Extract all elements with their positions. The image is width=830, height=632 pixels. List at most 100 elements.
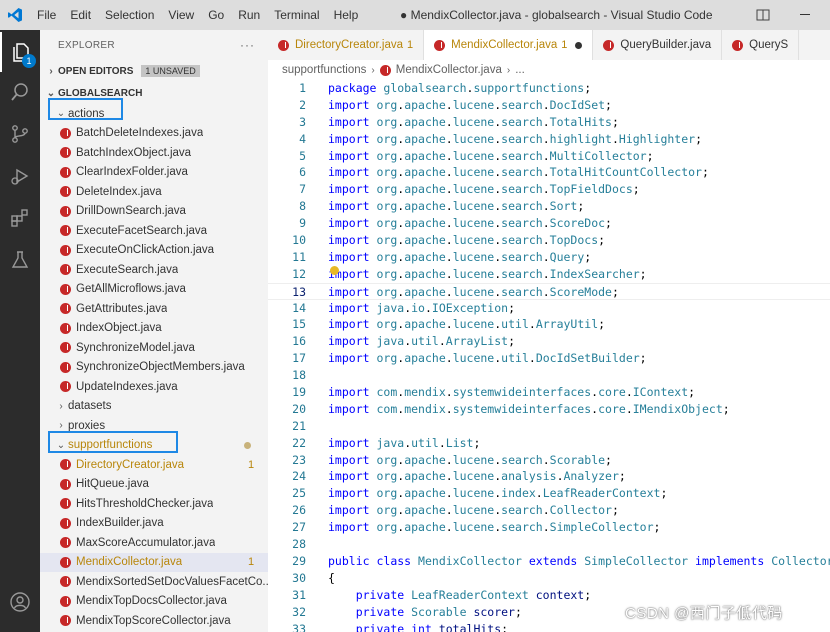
code-line[interactable]: 15 import org.apache.lucene.util.ArrayUti… (268, 316, 830, 333)
code-line[interactable]: 28 (268, 536, 830, 553)
file-row[interactable]: MendixTopDocsCollector.java (40, 592, 268, 612)
file-row[interactable]: UpdateIndexes.java (40, 377, 268, 397)
explorer-icon[interactable]: 1 (0, 32, 40, 72)
code-text: import org.apache.lucene.search.TotalHit… (328, 114, 619, 129)
file-label: MendixCollector.java (76, 556, 183, 569)
file-label: GetAllMicroflows.java (76, 283, 186, 296)
search-icon[interactable] (0, 72, 40, 112)
tab-querybuilder[interactable]: QueryBuilder.java (593, 30, 723, 60)
code-line[interactable]: 22 import java.util.List; (268, 435, 830, 452)
java-file-icon (60, 498, 71, 510)
run-debug-icon[interactable] (0, 156, 40, 196)
file-row[interactable]: BatchIndexObject.java (40, 143, 268, 163)
file-label: ExecuteFacetSearch.java (76, 224, 208, 237)
menu-go[interactable]: Go (201, 0, 231, 30)
file-row[interactable]: GetAttributes.java (40, 299, 268, 319)
tab-mendixcollector[interactable]: MendixCollector.java 1 (424, 30, 594, 60)
file-row[interactable]: IndexObject.java (40, 319, 268, 339)
file-row[interactable]: MendixCollector.java 1 (40, 552, 268, 572)
code-line[interactable]: 13 import org.apache.lucene.search.ScoreM… (268, 282, 830, 300)
file-label: MendixSortedSetDocValuesFacetCo... (76, 575, 268, 588)
file-row[interactable]: ExecuteFacetSearch.java (40, 221, 268, 241)
java-file-icon (60, 186, 71, 198)
code-line[interactable]: 21 (268, 418, 830, 435)
code-line[interactable]: 9 import org.apache.lucene.search.ScoreDo… (268, 215, 830, 232)
menu-file[interactable]: File (30, 0, 63, 30)
file-row[interactable]: ExecuteOnClickAction.java (40, 241, 268, 261)
code-line[interactable]: 14 import java.io.IOException; (268, 300, 830, 317)
breadcrumb-file[interactable]: MendixCollector.java (396, 64, 502, 76)
line-number: 16 (292, 334, 306, 349)
code-line[interactable]: 16 import java.util.ArrayList; (268, 333, 830, 350)
menu-edit[interactable]: Edit (63, 0, 98, 30)
file-row[interactable]: DeleteIndex.java (40, 182, 268, 202)
menu-selection[interactable]: Selection (98, 0, 161, 30)
menu-terminal[interactable]: Terminal (267, 0, 326, 30)
layout-toggle-icon[interactable] (756, 8, 770, 22)
code-text: import org.apache.lucene.search.ScoreDoc… (328, 216, 612, 231)
account-icon[interactable] (0, 582, 40, 622)
file-row[interactable]: MaxScoreAccumulator.java (40, 533, 268, 553)
code-line[interactable]: 7 import org.apache.lucene.search.TopFiel… (268, 181, 830, 198)
code-line[interactable]: 2 import org.apache.lucene.search.DocIdSe… (268, 97, 830, 114)
folder-datasets[interactable]: › datasets (40, 397, 268, 417)
code-line[interactable]: 20 import com.mendix.systemwideinterfaces… (268, 401, 830, 418)
code-line[interactable]: 29 public class MendixCollector extends S… (268, 553, 830, 570)
code-line[interactable]: 12 import org.apache.lucene.search.IndexS… (268, 266, 830, 283)
line-number: 15 (292, 317, 306, 332)
code-line[interactable]: 19 import com.mendix.systemwideinterfaces… (268, 384, 830, 401)
minimize-button[interactable] (800, 14, 810, 15)
file-row[interactable]: DirectoryCreator.java 1 (40, 455, 268, 475)
code-line[interactable]: 11 import org.apache.lucene.search.Query; (268, 249, 830, 266)
code-line[interactable]: 6 import org.apache.lucene.search.TotalHi… (268, 164, 830, 181)
code-line[interactable]: 5 import org.apache.lucene.search.MultiCo… (268, 148, 830, 165)
code-line[interactable]: 25 import org.apache.lucene.index.LeafRea… (268, 485, 830, 502)
file-row[interactable]: BatchDeleteIndexes.java (40, 124, 268, 144)
code-line[interactable]: 18 (268, 367, 830, 384)
open-editors-section[interactable]: › OPEN EDITORS 1 UNSAVED (40, 60, 268, 82)
file-row[interactable]: HitQueue.java (40, 475, 268, 495)
line-number: 8 (299, 199, 306, 214)
file-row[interactable]: DrillDownSearch.java (40, 202, 268, 222)
code-line[interactable]: 23 import org.apache.lucene.search.Scorab… (268, 452, 830, 469)
code-line[interactable]: 8 import org.apache.lucene.search.Sort; (268, 198, 830, 215)
code-line[interactable]: 1 package globalsearch.supportfunctions; (268, 80, 830, 97)
breadcrumb-folder[interactable]: supportfunctions (282, 64, 366, 76)
code-line[interactable]: 27 import org.apache.lucene.search.Simple… (268, 519, 830, 536)
tab-directorycreator[interactable]: DirectoryCreator.java 1 (268, 30, 425, 60)
breadcrumb-more[interactable]: ... (515, 64, 525, 76)
code-line[interactable]: 3 import org.apache.lucene.search.TotalHi… (268, 114, 830, 131)
lightbulb-icon[interactable] (330, 266, 339, 275)
menu-help[interactable]: Help (327, 0, 366, 30)
file-row[interactable]: ExecuteSearch.java (40, 260, 268, 280)
code-line[interactable]: 24 import org.apache.lucene.analysis.Anal… (268, 468, 830, 485)
file-label: ClearIndexFolder.java (76, 166, 188, 179)
code-line[interactable]: 30 { (268, 570, 830, 587)
tab-querys[interactable]: QueryS (722, 30, 800, 60)
line-number: 9 (299, 216, 306, 231)
testing-flask-icon[interactable] (0, 240, 40, 280)
file-row[interactable]: SynchronizeObjectMembers.java (40, 358, 268, 378)
extensions-icon[interactable] (0, 198, 40, 238)
code-line[interactable]: 4 import org.apache.lucene.search.highlig… (268, 131, 830, 148)
source-control-icon[interactable] (0, 114, 40, 154)
line-number: 2 (299, 97, 306, 112)
file-row[interactable]: SynchronizeModel.java (40, 338, 268, 358)
unsaved-dot-icon[interactable] (575, 41, 583, 49)
code-line[interactable]: 26 import org.apache.lucene.search.Collec… (268, 502, 830, 519)
menu-run[interactable]: Run (231, 0, 267, 30)
java-file-icon (60, 322, 71, 334)
menu-view[interactable]: View (161, 0, 201, 30)
code-line[interactable]: 17 import org.apache.lucene.util.DocIdSet… (268, 350, 830, 367)
file-row[interactable]: MendixSortedSetDocValuesFacetCo... (40, 572, 268, 592)
file-row[interactable]: GetAllMicroflows.java (40, 280, 268, 300)
explorer-more-button[interactable]: ··· (240, 38, 255, 52)
file-row[interactable]: MendixTopScoreCollector.java (40, 611, 268, 631)
line-number: 10 (292, 233, 306, 248)
java-file-icon (379, 64, 391, 76)
file-row[interactable]: IndexBuilder.java (40, 514, 268, 534)
file-row[interactable]: ClearIndexFolder.java (40, 163, 268, 183)
code-editor[interactable]: 1 package globalsearch.supportfunctions; 2… (268, 80, 830, 632)
file-row[interactable]: HitsThresholdChecker.java (40, 494, 268, 514)
code-line[interactable]: 10 import org.apache.lucene.search.TopDoc… (268, 232, 830, 249)
